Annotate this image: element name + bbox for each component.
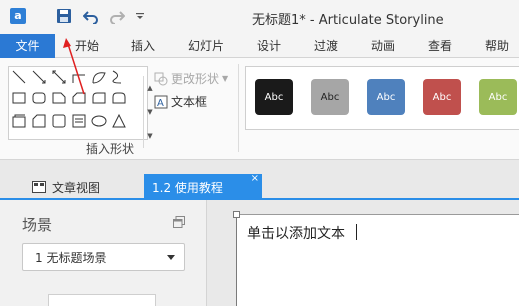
expand-gallery-icon[interactable]: ▼ <box>147 132 152 140</box>
window-title: 无标题1* - Articulate Storyline <box>252 13 444 28</box>
menu-insert[interactable]: 插入 <box>128 34 158 58</box>
ribbon-group-divider <box>238 64 239 152</box>
slide-canvas[interactable]: 单击以添加文本 <box>233 211 519 306</box>
text-cursor <box>356 224 357 240</box>
slide-canvas-area: 单击以添加文本 <box>208 200 519 306</box>
shapes-gallery[interactable]: ▲ ▼ ▼ <box>8 66 153 148</box>
change-shape-icon <box>154 72 168 85</box>
save-button[interactable] <box>55 7 73 25</box>
save-icon <box>57 9 71 23</box>
insert-shapes-group-label: 插入形状 <box>85 142 134 156</box>
undo-button[interactable] <box>82 7 100 25</box>
style-swatch-green[interactable]: Abc <box>479 79 517 115</box>
menu-transitions[interactable]: 过渡 <box>311 34 341 58</box>
storyline-logo-icon: a <box>10 8 26 24</box>
tab-active-label: 1.2 使用教程 <box>152 180 223 195</box>
shapes-palette-icon <box>12 70 126 128</box>
svg-text:A: A <box>157 98 164 109</box>
style-swatch-blue[interactable]: Abc <box>367 79 405 115</box>
scroll-up-icon[interactable]: ▲ <box>147 84 152 92</box>
tab-story-view[interactable]: 文章视图 <box>20 174 130 200</box>
slide-thumbnail[interactable] <box>48 294 156 306</box>
textbox-button[interactable]: A 文本框 <box>154 93 207 110</box>
title-bar: a 无标题1* - Articulate Storyline <box>0 0 519 34</box>
menu-file[interactable]: 文件 <box>0 34 55 58</box>
customize-icon <box>136 13 144 19</box>
scene-dropdown-value: 1 无标题场景 <box>35 250 107 265</box>
redo-icon <box>110 11 125 24</box>
menu-animations[interactable]: 动画 <box>368 34 398 58</box>
change-shape-label: 更改形状 <box>171 72 220 86</box>
shape-styles-gallery[interactable]: Abc Abc Abc Abc Abc <box>245 66 519 130</box>
scene-dropdown[interactable]: 1 无标题场景 <box>22 243 185 271</box>
redo-button[interactable] <box>108 7 126 25</box>
dropdown-caret-icon: ▼ <box>222 74 229 83</box>
change-shape-button[interactable]: 更改形状 ▼ <box>154 70 228 87</box>
undo-icon <box>83 11 98 24</box>
style-swatch-black[interactable]: Abc <box>255 79 293 115</box>
menu-design[interactable]: 设计 <box>254 34 284 58</box>
textbox-icon: A <box>154 95 168 109</box>
story-view-icon <box>32 181 46 193</box>
textbox-label: 文本框 <box>171 95 208 109</box>
document-tabs: 文章视图 1.2 使用教程 × <box>0 160 519 200</box>
customize-toolbar-button[interactable] <box>131 7 149 25</box>
tab-story-view-label: 文章视图 <box>52 180 101 195</box>
restore-panel-icon[interactable] <box>173 216 185 228</box>
resize-handle[interactable] <box>233 211 240 218</box>
menu-slides[interactable]: 幻灯片 <box>185 34 227 58</box>
menu-bar: 文件 开始 插入 幻灯片 设计 过渡 动画 查看 帮助 <box>0 34 519 58</box>
scenes-panel: 场景 1 无标题场景 <box>0 200 207 306</box>
scroll-down-icon[interactable]: ▼ <box>147 108 152 116</box>
style-swatch-gray[interactable]: Abc <box>311 79 349 115</box>
menu-help[interactable]: 帮助 <box>482 34 512 58</box>
ribbon: ▲ ▼ ▼ 更改形状 ▼ A 文本框 插入形状 Abc Abc Abc Abc … <box>0 58 519 160</box>
menu-home[interactable]: 开始 <box>72 34 102 58</box>
text-placeholder[interactable]: 单击以添加文本 <box>247 223 345 243</box>
menu-view[interactable]: 查看 <box>425 34 455 58</box>
style-swatch-red[interactable]: Abc <box>423 79 461 115</box>
close-tab-icon[interactable]: × <box>251 173 259 184</box>
tab-active-slide[interactable]: 1.2 使用教程 × <box>144 173 262 200</box>
scenes-panel-title: 场景 <box>22 216 53 234</box>
chevron-down-icon <box>167 255 175 260</box>
